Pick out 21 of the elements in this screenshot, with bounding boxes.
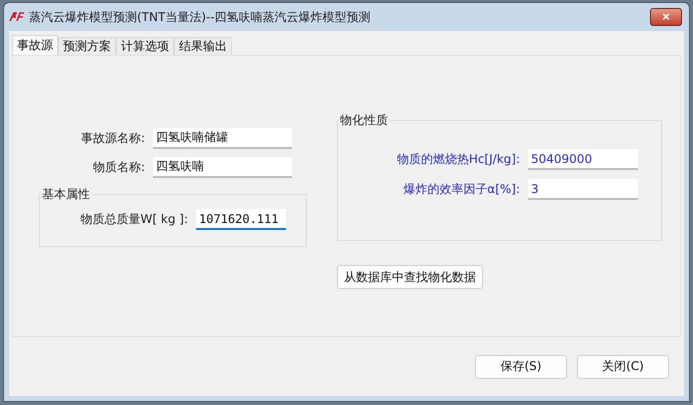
group-title: 基本属性	[41, 186, 91, 203]
field-label: 物质的燃烧热Hc[J/kg]:	[396, 151, 521, 168]
text-field[interactable]: 四氢呋喃储罐	[153, 128, 292, 149]
dialog-button[interactable]: 保存(S)	[475, 354, 567, 378]
app-logo-icon	[9, 12, 25, 22]
field-label: 爆炸的效率因子α[%]:	[402, 181, 521, 198]
tab[interactable]: 事故源	[12, 35, 58, 55]
dialog-button[interactable]: 关闭(C)	[577, 354, 669, 378]
text-field[interactable]: 四氢呋喃	[153, 157, 292, 178]
field-label: 物质名称:	[92, 159, 146, 176]
field-label: 物质总质量W[ kg ]:	[80, 211, 189, 228]
lookup-button[interactable]: 从数据库中查找物化数据	[337, 265, 483, 289]
text-field[interactable]: 3	[528, 179, 638, 200]
field-label: 事故源名称:	[80, 130, 146, 147]
window-title: 蒸汽云爆炸模型预测(TNT当量法)--四氢呋喃蒸汽云爆炸模型预测	[29, 8, 372, 26]
text-field[interactable]: 1071620.111	[196, 209, 286, 230]
group-title: 物化性质	[339, 112, 389, 129]
text-field[interactable]: 50409000	[528, 149, 638, 170]
tab[interactable]: 结果输出	[174, 37, 232, 55]
tab[interactable]: 预测方案	[58, 37, 116, 55]
tab[interactable]: 计算选项	[116, 37, 174, 55]
